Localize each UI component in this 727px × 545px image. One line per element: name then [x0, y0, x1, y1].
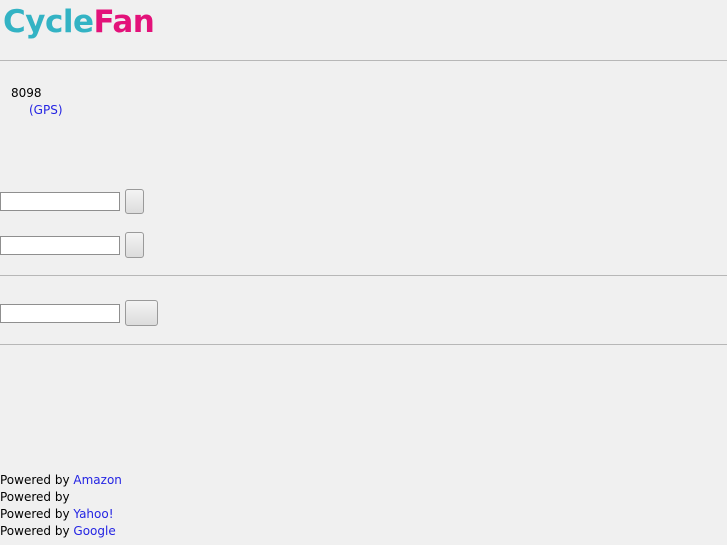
logo-text-cycle: Cycle — [3, 4, 94, 40]
form-2-button[interactable] — [125, 232, 144, 258]
google-link[interactable]: Google — [73, 524, 115, 538]
powered-by-amazon: Powered by Amazon — [0, 472, 122, 489]
powered-by-label: Powered by — [0, 490, 70, 504]
logo-text-fan: Fan — [93, 4, 155, 40]
content-divider — [0, 344, 727, 345]
header-divider — [0, 60, 727, 61]
amazon-link[interactable]: Amazon — [73, 473, 122, 487]
powered-by-label: Powered by — [0, 507, 70, 521]
yahoo-link[interactable]: Yahoo! — [73, 507, 113, 521]
site-logo[interactable]: CycleFan — [3, 4, 155, 40]
section-divider — [0, 275, 727, 276]
form-3-button[interactable] — [125, 300, 158, 326]
powered-by-blank: Powered by — [0, 489, 70, 506]
powered-by-label: Powered by — [0, 473, 70, 487]
item-count: 8098 — [11, 86, 42, 100]
form-1-input[interactable] — [0, 192, 120, 211]
form-1-button[interactable] — [125, 189, 144, 214]
form-3-input[interactable] — [0, 304, 120, 323]
powered-by-yahoo: Powered by Yahoo! — [0, 506, 114, 523]
form-2-input[interactable] — [0, 236, 120, 255]
powered-by-google: Powered by Google — [0, 523, 116, 540]
powered-by-label: Powered by — [0, 524, 70, 538]
gps-link[interactable]: (GPS) — [29, 103, 63, 117]
